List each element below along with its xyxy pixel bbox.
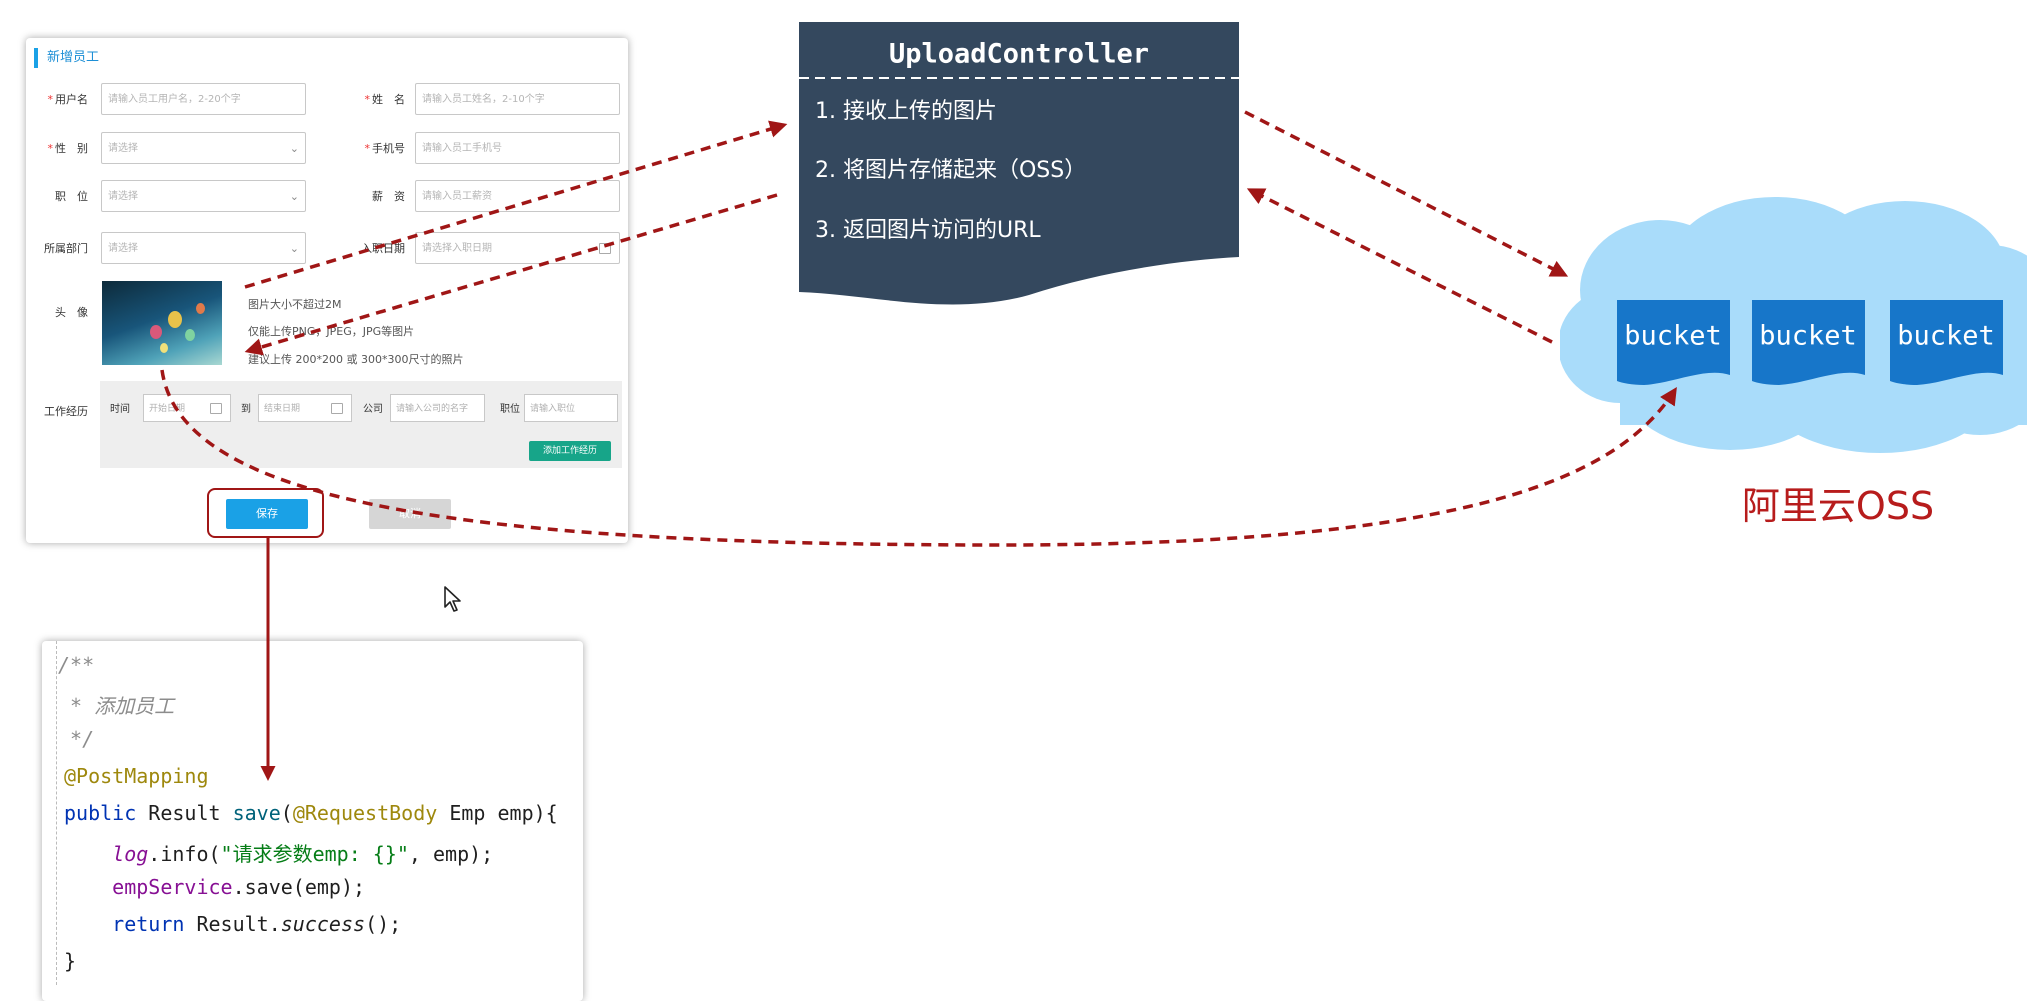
name-input[interactable]: 请输入员工姓名，2-10个字: [415, 83, 620, 115]
balloon-shape: [160, 343, 168, 353]
oss-cloud: bucket bucket bucket: [1560, 197, 2027, 453]
bucket: bucket: [1617, 300, 1730, 385]
job-select[interactable]: 请选择 ⌄: [101, 180, 306, 212]
salary-input[interactable]: 请输入员工薪资: [415, 180, 620, 212]
save-button-highlight: [207, 488, 324, 538]
work-position-label: 职位: [500, 404, 520, 415]
cancel-button[interactable]: 取消: [369, 499, 451, 529]
code-comment: */: [58, 727, 95, 751]
dept-select[interactable]: 请选择 ⌄: [101, 232, 306, 264]
avatar-hint: 图片大小不超过2M: [248, 298, 342, 311]
oss-return-arrow: [1246, 188, 1553, 344]
code-service-line: empService.save(emp);: [112, 875, 366, 899]
code-close-brace: }: [64, 949, 77, 973]
dept-label: 所属部门: [44, 242, 88, 255]
form-title: 新增员工: [34, 48, 99, 68]
mouse-cursor-icon: [444, 586, 461, 612]
avatar-hint: 建议上传 200*200 或 300*300尺寸的照片: [248, 353, 464, 366]
end-date-picker[interactable]: 结束日期: [258, 394, 352, 422]
position-input[interactable]: 请输入职位: [524, 394, 618, 422]
phone-input[interactable]: 请输入员工手机号: [415, 132, 620, 164]
chevron-down-icon: ⌄: [289, 190, 299, 203]
start-date-picker[interactable]: 开始日期: [143, 394, 231, 422]
code-return-line: return Result.success();: [112, 912, 402, 936]
chevron-down-icon: ⌄: [289, 242, 299, 255]
bucket: bucket: [1890, 300, 2003, 385]
job-label: 职 位: [55, 190, 88, 203]
username-input[interactable]: 请输入员工用户名，2-20个字: [101, 83, 306, 115]
bucket-label: bucket: [1759, 321, 1857, 352]
avatar-hint: 仅能上传PNG，JPEG，JPG等图片: [248, 325, 415, 338]
controller-title: UploadController: [889, 39, 1149, 70]
work-company-label: 公司: [363, 404, 383, 415]
code-log-line: log.info("请求参数emp: {}", emp);: [112, 842, 494, 866]
controller-step: 1. 接收上传的图片: [815, 99, 997, 124]
salary-label: 薪 资: [372, 190, 405, 203]
chevron-down-icon: ⌄: [289, 142, 299, 155]
company-input[interactable]: 请输入公司的名字: [390, 394, 485, 422]
work-label: 工作经历: [44, 405, 88, 418]
upload-controller-box: UploadController 1. 接收上传的图片 2. 将图片存储起来（O…: [799, 22, 1239, 305]
calendar-icon: [599, 243, 611, 254]
work-time-label: 时间: [110, 404, 130, 415]
controller-step: 2. 将图片存储起来（OSS）: [815, 158, 1086, 183]
code-comment: /**: [58, 653, 95, 677]
bucket: bucket: [1752, 300, 1865, 385]
code-method-signature: public Result save(@RequestBody Emp emp)…: [64, 801, 558, 825]
calendar-icon: [331, 403, 343, 414]
phone-label: * 手机号: [364, 142, 406, 155]
balloon-shape: [185, 329, 195, 341]
avatar-image[interactable]: [102, 281, 222, 365]
username-label: * 用户名: [47, 93, 89, 106]
employee-form-panel: 新增员工 * 用户名 请输入员工用户名，2-20个字 * 姓 名 请输入员工姓名，2…: [26, 38, 628, 543]
gender-label: * 性 别: [47, 142, 89, 155]
oss-label: 阿里云OSS: [1741, 484, 1935, 528]
avatar-label: 头 像: [55, 306, 88, 319]
store-to-oss-arrow: [1244, 110, 1569, 277]
code-annotation: @PostMapping: [64, 764, 209, 788]
name-label: * 姓 名: [364, 93, 406, 106]
code-indent-guide: [56, 641, 57, 985]
work-to-label: 到: [241, 404, 251, 415]
entry-date-label: 入职日期: [361, 242, 405, 255]
gender-select[interactable]: 请选择 ⌄: [101, 132, 306, 164]
bucket-label: bucket: [1624, 321, 1722, 352]
bucket-label: bucket: [1897, 321, 1995, 352]
entry-date-picker[interactable]: 请选择入职日期: [415, 232, 620, 264]
add-work-experience-button[interactable]: 添加工作经历: [529, 441, 611, 461]
calendar-icon: [210, 403, 222, 414]
balloon-shape: [150, 325, 162, 339]
balloon-shape: [196, 303, 205, 314]
code-comment: * 添加员工: [58, 694, 175, 718]
controller-step: 3. 返回图片访问的URL: [815, 218, 1041, 243]
balloon-shape: [168, 311, 182, 328]
